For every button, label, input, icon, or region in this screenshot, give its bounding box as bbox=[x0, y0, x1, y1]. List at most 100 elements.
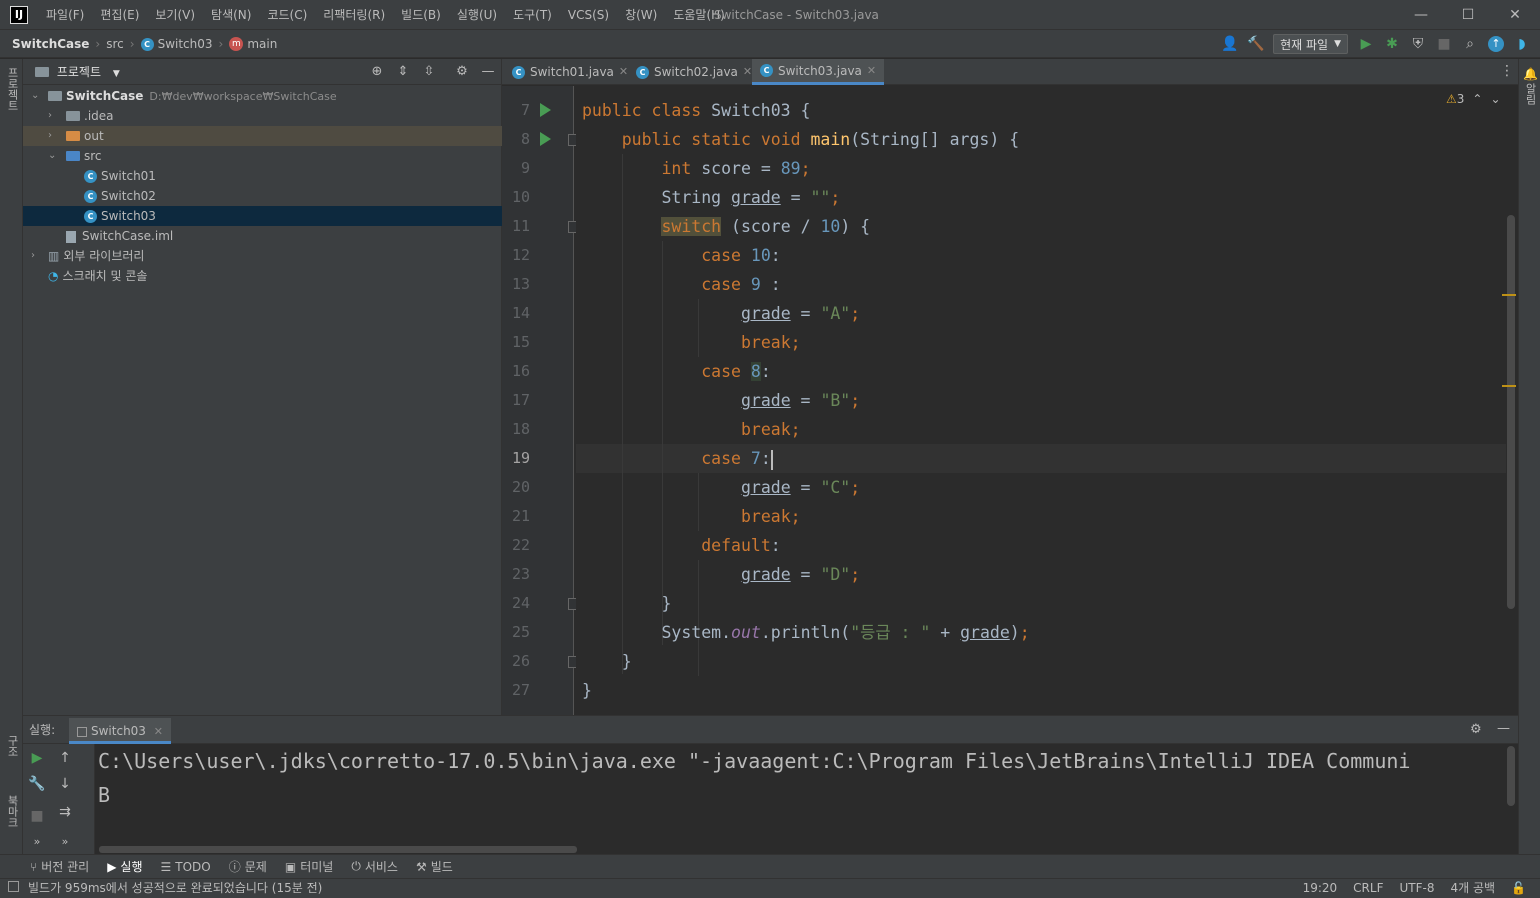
tree-item-scratches[interactable]: ◔ 스크래치 및 콘솔 bbox=[23, 266, 502, 286]
run-config-select[interactable]: 현재 파일 ▼ bbox=[1273, 34, 1348, 54]
file-encoding[interactable]: UTF-8 bbox=[1399, 879, 1434, 898]
tree-item-switch03[interactable]: C Switch03 bbox=[23, 206, 502, 226]
chevron-right-icon[interactable]: › bbox=[48, 106, 60, 126]
tab-todo[interactable]: ☰ TODO bbox=[161, 860, 211, 874]
tree-item-iml[interactable]: SwitchCase.iml bbox=[23, 226, 502, 246]
tab-services[interactable]: ⏻ 서비스 bbox=[351, 858, 398, 875]
more-tabs-icon[interactable]: ⋮ bbox=[1500, 63, 1514, 79]
toggle-tool-windows-icon[interactable] bbox=[8, 881, 19, 892]
notifications-icon[interactable]: 🔔 bbox=[1523, 67, 1538, 81]
tab-terminal[interactable]: ▣ 터미널 bbox=[285, 858, 333, 875]
hide-panel-icon[interactable]: — bbox=[1497, 721, 1510, 736]
tab-problems[interactable]: ⓘ 문제 bbox=[229, 858, 267, 875]
more-icon[interactable]: » bbox=[55, 832, 75, 852]
run-tab-switch03[interactable]: Switch03 ✕ bbox=[69, 718, 171, 744]
menu-edit[interactable]: 편집(E) bbox=[92, 0, 147, 30]
close-button[interactable]: ✕ bbox=[1492, 0, 1538, 30]
close-icon[interactable]: ✕ bbox=[743, 59, 752, 85]
tree-item-idea[interactable]: › .idea bbox=[23, 106, 502, 126]
arrow-down-icon[interactable]: ↓ bbox=[55, 774, 75, 794]
user-icon[interactable]: 👤 bbox=[1221, 36, 1238, 52]
close-icon[interactable]: ✕ bbox=[867, 58, 876, 84]
warning-stripe-marker[interactable] bbox=[1502, 385, 1516, 387]
locate-icon[interactable]: ⊕ bbox=[369, 64, 385, 80]
editor-vertical-scrollbar[interactable] bbox=[1507, 215, 1515, 609]
chevron-right-icon[interactable]: › bbox=[48, 126, 60, 146]
gear-icon[interactable]: ⚙ bbox=[1470, 722, 1482, 737]
indent-setting[interactable]: 4개 공백 bbox=[1450, 879, 1495, 898]
debug-icon[interactable]: ✱ bbox=[1384, 36, 1400, 52]
tab-build[interactable]: ⚒ 빌드 bbox=[416, 858, 453, 875]
chevron-down-icon[interactable]: ⌄ bbox=[31, 86, 43, 106]
menu-view[interactable]: 보기(V) bbox=[147, 0, 203, 30]
maximize-button[interactable]: ☐ bbox=[1445, 0, 1491, 30]
update-icon[interactable]: ↑ bbox=[1488, 36, 1504, 52]
tab-switch03[interactable]: C Switch03.java ✕ bbox=[752, 58, 885, 85]
breadcrumb-method[interactable]: main bbox=[247, 37, 277, 51]
expand-all-icon[interactable]: ⇕ bbox=[395, 64, 411, 80]
project-view-selector[interactable]: 프로젝트 ▼ bbox=[35, 59, 120, 87]
search-icon[interactable]: ⌕ bbox=[1462, 36, 1478, 52]
menu-vcs[interactable]: VCS(S) bbox=[560, 0, 617, 30]
more-icon[interactable]: » bbox=[27, 832, 47, 852]
notifications-tool-button[interactable]: 알림 bbox=[1522, 83, 1538, 105]
wrench-icon[interactable]: 🔧 bbox=[27, 774, 47, 794]
code-editor[interactable]: public class Switch03 { public static vo… bbox=[576, 86, 1506, 715]
tree-item-switch01[interactable]: C Switch01 bbox=[23, 166, 502, 186]
structure-tool-button[interactable]: 구조 bbox=[4, 735, 20, 757]
menu-navigate[interactable]: 탐색(N) bbox=[203, 0, 259, 30]
run-icon[interactable]: ▶ bbox=[1358, 36, 1374, 52]
rerun-icon[interactable]: ▶ bbox=[27, 748, 47, 768]
tree-item-project-root[interactable]: ⌄ SwitchCase D:₩dev₩workspace₩SwitchCase bbox=[23, 86, 502, 106]
menu-code[interactable]: 코드(C) bbox=[259, 0, 315, 30]
stop-icon[interactable]: ■ bbox=[1436, 36, 1452, 52]
coverage-icon[interactable]: ⛨ bbox=[1410, 36, 1426, 52]
menu-window[interactable]: 창(W) bbox=[617, 0, 665, 30]
arrow-up-icon[interactable]: ↑ bbox=[55, 748, 75, 768]
hide-panel-icon[interactable]: — bbox=[480, 64, 496, 80]
build-hammer-icon[interactable]: 🔨 bbox=[1247, 36, 1264, 52]
tab-version-control[interactable]: ⑂ 버전 관리 bbox=[30, 858, 89, 875]
status-message[interactable]: 빌드가 959ms에서 성공적으로 완료되었습니다 (15분 전) bbox=[28, 879, 322, 898]
tab-run[interactable]: ▶ 실행 bbox=[107, 858, 142, 875]
tree-item-external-libraries[interactable]: › ▥ 외부 라이브러리 bbox=[23, 246, 502, 266]
minimize-button[interactable]: — bbox=[1398, 0, 1444, 30]
lock-icon[interactable]: 🔓 bbox=[1511, 879, 1526, 898]
menu-build[interactable]: 빌드(B) bbox=[393, 0, 449, 30]
close-icon[interactable]: ✕ bbox=[154, 725, 163, 738]
menu-refactor[interactable]: 리팩터링(R) bbox=[315, 0, 393, 30]
warning-stripe-marker[interactable] bbox=[1502, 294, 1516, 296]
menu-run[interactable]: 실행(U) bbox=[449, 0, 505, 30]
breadcrumb-class[interactable]: Switch03 bbox=[158, 37, 213, 51]
gear-icon[interactable]: ⚙ bbox=[454, 64, 470, 80]
inspection-widget[interactable]: ⚠ 3 ⌃ ⌄ bbox=[1446, 90, 1501, 108]
stop-icon[interactable]: ■ bbox=[27, 806, 47, 826]
code-with-me-icon[interactable]: ◗ bbox=[1514, 36, 1530, 52]
tree-item-label: src bbox=[84, 149, 102, 163]
close-icon[interactable]: ✕ bbox=[619, 59, 628, 85]
tab-switch02[interactable]: C Switch02.java ✕ bbox=[628, 59, 760, 85]
tree-item-src[interactable]: ⌄ src bbox=[23, 146, 502, 166]
intellij-logo-icon[interactable]: IJ bbox=[10, 6, 28, 24]
menu-file[interactable]: 파일(F) bbox=[38, 0, 92, 30]
chevron-down-icon[interactable]: ⌄ bbox=[48, 146, 60, 166]
chevron-down-icon[interactable]: ⌄ bbox=[1490, 92, 1500, 106]
breadcrumb-folder[interactable]: src bbox=[106, 37, 124, 51]
run-class-gutter-icon[interactable] bbox=[540, 103, 551, 117]
console-vertical-scrollbar[interactable] bbox=[1507, 746, 1515, 806]
line-separator[interactable]: CRLF bbox=[1353, 879, 1383, 898]
run-main-gutter-icon[interactable] bbox=[540, 132, 551, 146]
tree-item-switch02[interactable]: C Switch02 bbox=[23, 186, 502, 206]
collapse-all-icon[interactable]: ⇳ bbox=[421, 64, 437, 80]
chevron-up-icon[interactable]: ⌃ bbox=[1472, 92, 1482, 106]
tree-item-out[interactable]: › out bbox=[23, 126, 502, 146]
chevron-right-icon[interactable]: › bbox=[31, 246, 43, 266]
breadcrumb-project[interactable]: SwitchCase bbox=[12, 37, 89, 51]
tab-switch01[interactable]: C Switch01.java ✕ bbox=[504, 59, 636, 85]
bookmarks-tool-button[interactable]: 북마크 bbox=[4, 795, 20, 828]
project-tool-button[interactable]: 프로젝트 bbox=[4, 67, 20, 111]
soft-wrap-icon[interactable]: ⇉ bbox=[55, 802, 75, 822]
caret-position[interactable]: 19:20 bbox=[1303, 879, 1338, 898]
console-horizontal-scrollbar[interactable] bbox=[99, 846, 577, 853]
menu-tools[interactable]: 도구(T) bbox=[505, 0, 560, 30]
